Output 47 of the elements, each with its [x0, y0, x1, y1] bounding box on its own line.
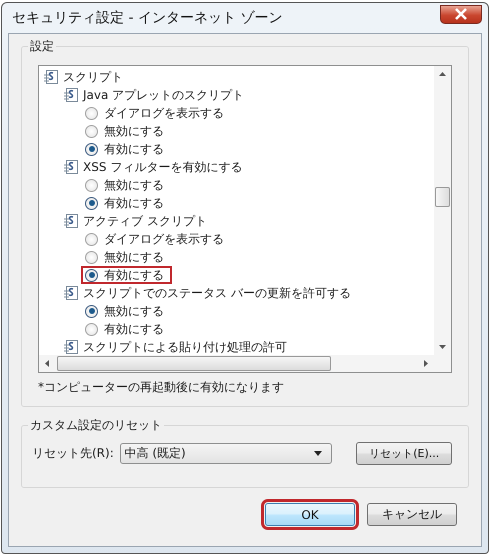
setting-label: スクリプトによる貼り付け処理の許可 [83, 338, 287, 355]
script-icon [63, 285, 79, 301]
radio-button[interactable] [85, 304, 98, 318]
setting-label: アクティブ スクリプト [83, 212, 207, 230]
cancel-button[interactable]: キャンセル [367, 503, 457, 526]
vertical-scrollbar[interactable] [434, 66, 451, 355]
radio-option[interactable]: 無効にする [81, 302, 172, 320]
radio-option[interactable]: ダイアログを表示する [81, 104, 232, 122]
radio-option[interactable]: 有効にする [81, 320, 172, 338]
script-icon [63, 159, 79, 175]
setting-label: スクリプトでのステータス バーの更新を許可する [83, 284, 351, 302]
radio-button[interactable] [85, 232, 98, 246]
radio-option[interactable]: 有効にする [81, 266, 172, 284]
radio-option[interactable]: ダイアログを表示する [81, 230, 232, 248]
radio-button[interactable] [85, 268, 98, 282]
radio-option[interactable]: 無効にする [81, 176, 172, 194]
radio-button[interactable] [85, 196, 98, 210]
setting-label: Java アプレットのスクリプト [83, 86, 244, 104]
window-title: セキュリティ設定 - インターネット ゾーン [11, 9, 282, 27]
reset-level-dropdown[interactable]: 中高 (既定) [120, 443, 332, 464]
radio-button[interactable] [85, 124, 98, 138]
script-icon [63, 339, 79, 355]
radio-option[interactable]: 有効にする [81, 140, 172, 158]
radio-button[interactable] [85, 178, 98, 192]
radio-option[interactable]: 無効にする [81, 122, 172, 140]
restart-note: *コンピューターの再起動後に有効になります [38, 379, 285, 396]
close-button[interactable] [440, 4, 482, 24]
setting-label: XSS フィルターを有効にする [83, 158, 242, 176]
radio-button[interactable] [85, 250, 98, 264]
scroll-thumb[interactable] [57, 356, 331, 371]
radio-button[interactable] [85, 322, 98, 336]
dropdown-arrow-icon [313, 450, 324, 456]
reset-to-label: リセット先(R): [32, 445, 115, 462]
setting-label: スクリプト [63, 68, 123, 86]
horizontal-scrollbar[interactable] [39, 355, 451, 372]
script-icon [43, 69, 59, 85]
reset-button[interactable]: リセット(E)... [356, 442, 452, 465]
scroll-thumb[interactable] [435, 187, 450, 207]
close-icon [454, 8, 468, 20]
radio-option[interactable]: 有効にする [81, 194, 172, 212]
group-label: 設定 [28, 39, 56, 53]
group-label: カスタム設定のリセット [28, 418, 164, 432]
script-icon [63, 213, 79, 229]
radio-button[interactable] [85, 106, 98, 120]
radio-button[interactable] [85, 142, 98, 156]
script-icon [63, 87, 79, 103]
radio-option[interactable]: 無効にする [81, 248, 172, 266]
